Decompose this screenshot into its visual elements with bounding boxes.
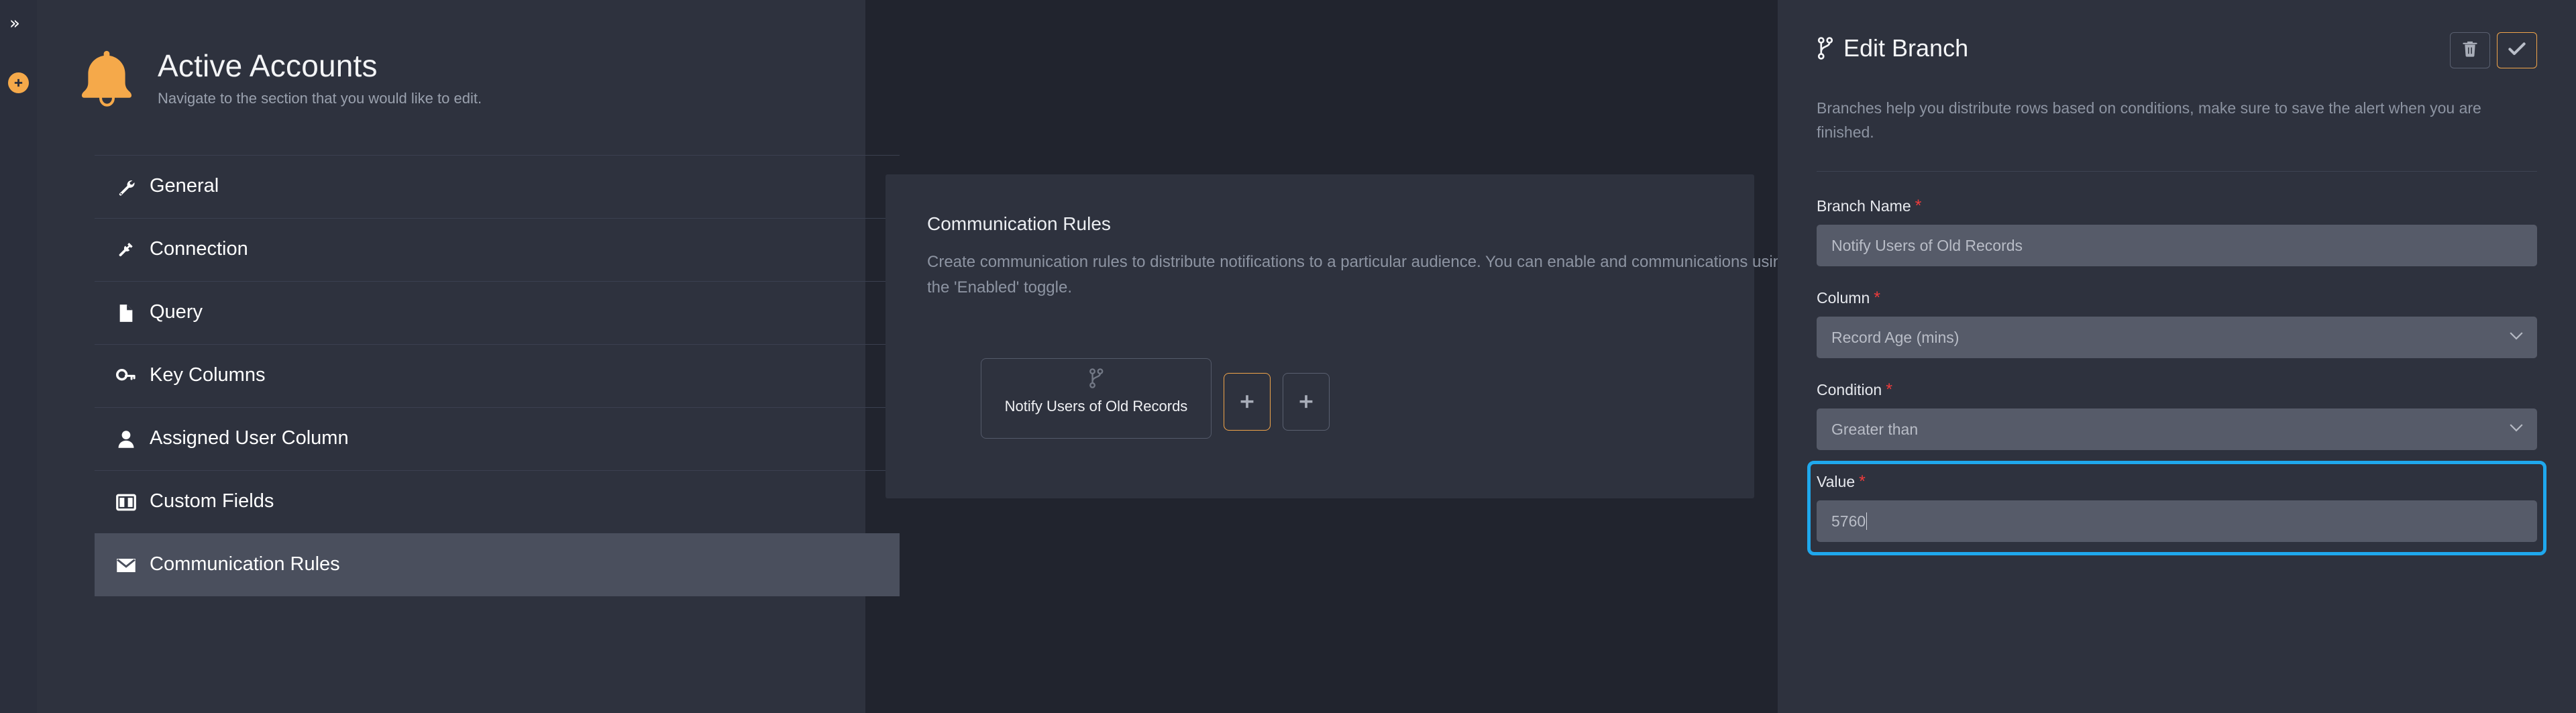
field-value: Value * 5760	[1807, 461, 2546, 556]
column-select-wrapper: Record Age (mins)	[1817, 317, 2537, 359]
sidebar-item-custom-fields[interactable]: Custom Fields	[95, 470, 900, 533]
bell-icon	[78, 48, 135, 113]
required-marker: *	[1915, 197, 1922, 216]
edit-branch-panel: Edit Branch Branches help you distribute…	[1778, 0, 2576, 713]
field-branch-name: Branch Name * Notify Users of Old Record…	[1817, 197, 2537, 267]
sidebar-item-query[interactable]: Query	[95, 281, 900, 344]
field-label: Condition *	[1817, 381, 2537, 399]
panel-description: Branches help you distribute rows based …	[1817, 97, 2537, 172]
chevron-double-right-icon[interactable]: »	[9, 15, 20, 32]
left-navigation-panel: Active Accounts Navigate to the section …	[37, 0, 900, 713]
branch-icon	[1087, 368, 1105, 392]
sidebar-item-label: Assigned User Column	[150, 427, 349, 449]
text-caret	[1866, 512, 1868, 531]
page-header: Active Accounts Navigate to the section …	[37, 0, 865, 113]
plus-circle-icon[interactable]	[8, 72, 29, 93]
key-icon	[115, 365, 138, 388]
field-label: Column *	[1817, 289, 2537, 307]
plus-icon	[1238, 393, 1256, 410]
panel-actions	[2450, 32, 2537, 68]
branch-card[interactable]: Notify Users of Old Records	[981, 358, 1212, 439]
sidebar-item-label: General	[150, 175, 219, 197]
sidebar-item-label: Custom Fields	[150, 490, 274, 512]
plug-icon	[115, 239, 138, 262]
sidebar-item-label: Connection	[150, 238, 248, 260]
branch-row: Notify Users of Old Records	[927, 358, 1713, 439]
section-title: Communication Rules	[927, 213, 1111, 234]
sidebar-item-connection[interactable]: Connection	[95, 218, 900, 281]
sidebar-item-communication-rules[interactable]: Communication Rules	[95, 533, 900, 596]
sidebar-item-assigned-user-column[interactable]: Assigned User Column	[95, 407, 900, 470]
condition-select[interactable]: Greater than	[1817, 408, 2537, 451]
communication-rules-card: Communication Rules Create communication…	[885, 174, 1790, 498]
panel-title-row: Edit Branch	[1817, 32, 1968, 60]
branch-icon	[1817, 37, 1834, 60]
required-marker: *	[1859, 472, 1866, 492]
icon-rail: »	[0, 0, 37, 713]
check-icon	[2508, 42, 2526, 60]
condition-select-wrapper: Greater than	[1817, 408, 2537, 451]
sidebar-item-label: Query	[150, 301, 203, 323]
branch-card-label: Notify Users of Old Records	[1004, 397, 1188, 415]
panel-header: Edit Branch	[1817, 32, 2537, 68]
field-condition: Condition * Greater than	[1817, 381, 2537, 451]
navigation-list: General Connection Query Key Columns Ass…	[95, 155, 900, 596]
field-label-text: Branch Name	[1817, 197, 1911, 215]
value-input-wrapper[interactable]: 5760	[1817, 500, 2537, 543]
add-rule-button[interactable]	[1283, 372, 1330, 431]
save-button[interactable]	[2497, 32, 2537, 68]
panel-title: Edit Branch	[1843, 34, 1969, 62]
envelope-icon	[115, 554, 138, 577]
field-label: Branch Name *	[1817, 197, 2537, 215]
value-input: 5760	[1831, 512, 1866, 530]
page-subtitle: Navigate to the section that you would l…	[158, 90, 482, 107]
add-branch-button[interactable]	[1224, 372, 1271, 431]
center-content-area: Communication Rules Create communication…	[865, 0, 1790, 713]
field-label-text: Condition	[1817, 381, 1882, 399]
column-select[interactable]: Record Age (mins)	[1817, 317, 2537, 359]
section-description: Create communication rules to distribute…	[927, 253, 1791, 296]
required-marker: *	[1874, 288, 1880, 308]
branch-name-input[interactable]: Notify Users of Old Records	[1817, 225, 2537, 267]
field-label-text: Column	[1817, 289, 1870, 307]
sidebar-item-key-columns[interactable]: Key Columns	[95, 344, 900, 407]
user-icon	[115, 428, 138, 451]
delete-button[interactable]	[2450, 32, 2490, 68]
columns-icon	[115, 491, 138, 514]
plus-icon	[1297, 393, 1315, 410]
field-column: Column * Record Age (mins)	[1817, 289, 2537, 359]
sidebar-item-label: Communication Rules	[150, 553, 340, 575]
file-icon	[115, 302, 138, 325]
wrench-icon	[115, 176, 138, 199]
sidebar-item-label: Key Columns	[150, 364, 266, 386]
page-title: Active Accounts	[158, 48, 378, 84]
sidebar-item-general[interactable]: General	[95, 155, 900, 218]
required-marker: *	[1886, 380, 1892, 400]
trash-icon	[2463, 41, 2477, 60]
field-label: Value *	[1817, 473, 2537, 491]
field-label-text: Value	[1817, 473, 1856, 491]
application-window: » Active Accounts Navigate to the sectio…	[0, 0, 2576, 713]
